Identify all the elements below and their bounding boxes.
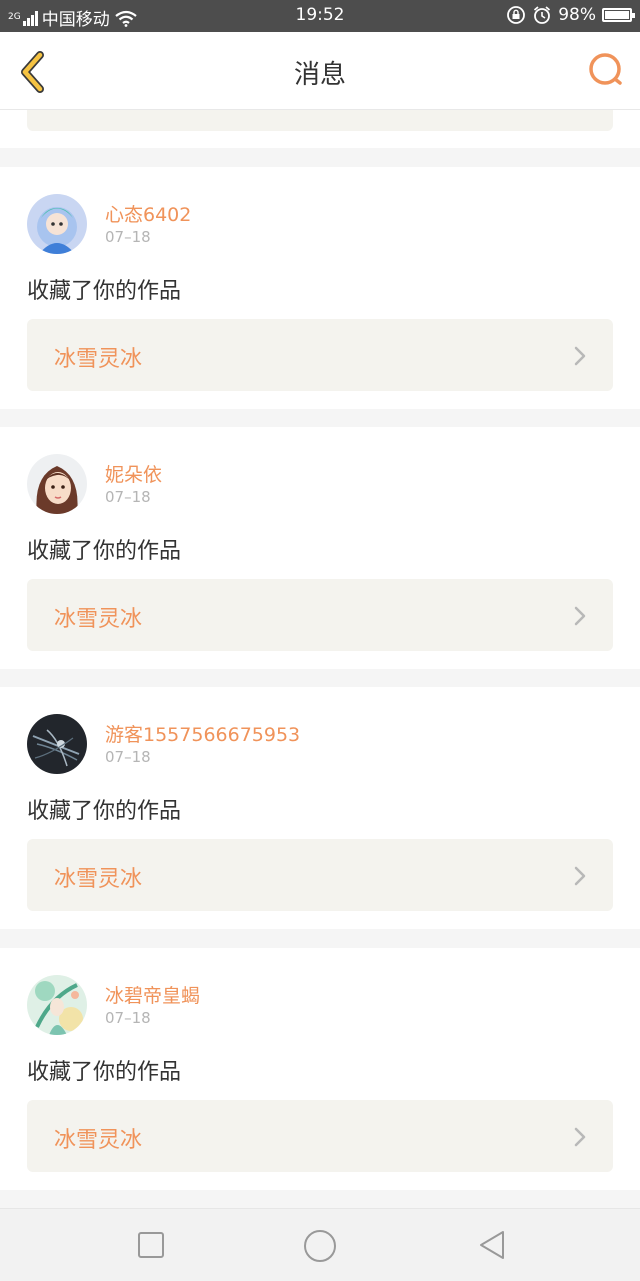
battery-icon — [602, 8, 635, 22]
back-nav-button[interactable] — [476, 1229, 508, 1261]
app-header: 消息 — [0, 32, 640, 110]
work-link[interactable]: 冰雪灵冰 — [27, 1100, 613, 1172]
username[interactable]: 心态6402 — [105, 200, 191, 227]
username[interactable]: 冰碧帝皇蝎 — [105, 981, 200, 1008]
status-bar: 2G 中国移动 19:52 98% — [0, 0, 640, 32]
square-icon — [138, 1232, 164, 1258]
chevron-right-icon — [574, 606, 586, 626]
message-date: 07–18 — [105, 228, 151, 246]
previous-message-card — [0, 110, 640, 148]
message-date: 07–18 — [105, 1009, 151, 1027]
home-button[interactable] — [303, 1229, 336, 1262]
message-text: 收藏了你的作品 — [27, 279, 182, 304]
message-text: 收藏了你的作品 — [27, 1060, 182, 1085]
system-nav-bar — [0, 1208, 640, 1281]
message-text: 收藏了你的作品 — [27, 799, 182, 824]
page-title: 消息 — [293, 60, 346, 90]
recent-apps-button[interactable] — [135, 1229, 167, 1261]
work-title: 冰雪灵冰 — [54, 867, 143, 892]
chevron-right-icon — [574, 1127, 586, 1147]
previous-work-box[interactable] — [27, 110, 613, 131]
search-button[interactable] — [586, 50, 626, 90]
message-card: 游客1557566675953 07–18 收藏了你的作品 冰雪灵冰 — [0, 687, 640, 929]
message-card: 妮朵依 07–18 收藏了你的作品 冰雪灵冰 — [0, 427, 640, 669]
work-title: 冰雪灵冰 — [54, 607, 143, 632]
triangle-back-icon — [480, 1231, 504, 1259]
username[interactable]: 妮朵依 — [105, 460, 162, 487]
work-title: 冰雪灵冰 — [54, 347, 143, 372]
avatar[interactable] — [27, 454, 87, 514]
work-link[interactable]: 冰雪灵冰 — [27, 579, 613, 651]
work-title: 冰雪灵冰 — [54, 1128, 143, 1153]
message-date: 07–18 — [105, 488, 151, 506]
message-text: 收藏了你的作品 — [27, 539, 182, 564]
avatar[interactable] — [27, 714, 87, 774]
circle-icon — [304, 1230, 336, 1262]
battery-level-fill — [605, 11, 629, 19]
avatar[interactable] — [27, 194, 87, 254]
work-link[interactable]: 冰雪灵冰 — [27, 839, 613, 911]
battery-percent: 98% — [558, 5, 596, 25]
work-link[interactable]: 冰雪灵冰 — [27, 319, 613, 391]
username[interactable]: 游客1557566675953 — [105, 720, 300, 747]
chevron-right-icon — [574, 866, 586, 886]
search-icon — [589, 53, 622, 85]
chevron-right-icon — [574, 346, 586, 366]
status-right: 98% — [506, 5, 635, 25]
message-card: 冰碧帝皇蝎 07–18 收藏了你的作品 冰雪灵冰 — [0, 948, 640, 1190]
alarm-icon — [534, 6, 551, 24]
message-date: 07–18 — [105, 748, 151, 766]
rotation-lock-icon — [507, 6, 526, 24]
avatar[interactable] — [27, 975, 87, 1035]
message-card: 心态6402 07–18 收藏了你的作品 冰雪灵冰 — [0, 167, 640, 409]
